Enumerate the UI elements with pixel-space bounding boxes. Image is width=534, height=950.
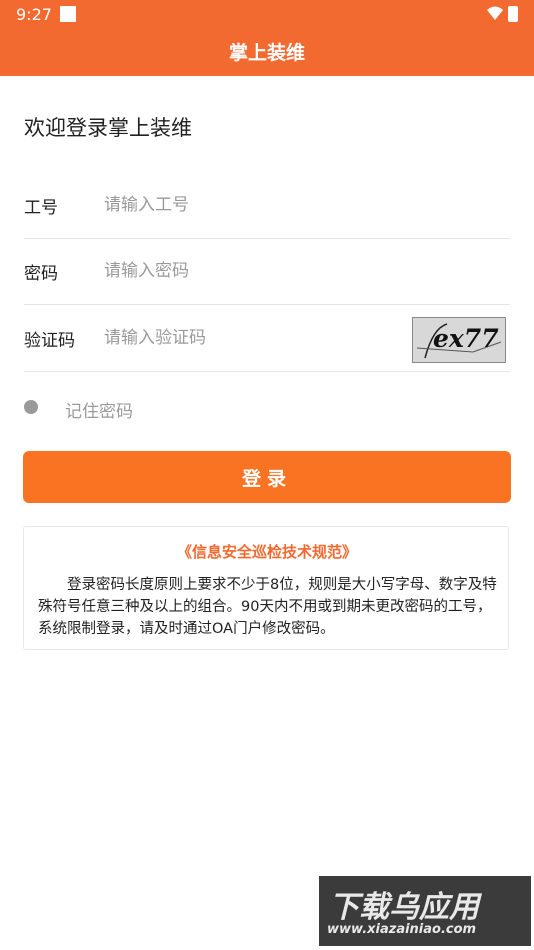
page-title: 掌上装维 xyxy=(228,42,305,64)
status-bar: 9:27 xyxy=(0,0,534,28)
password-row: 密码 xyxy=(24,238,510,305)
employee-id-input[interactable] xyxy=(102,184,406,226)
employee-id-label: 工号 xyxy=(24,198,58,218)
login-button[interactable]: 登录 xyxy=(23,451,511,503)
security-notice: 《信息安全巡检技术规范》 登录密码长度原则上要求不少于8位，规则是大小写字母、数… xyxy=(23,526,509,650)
password-label: 密码 xyxy=(24,264,58,284)
notification-icon xyxy=(60,6,76,22)
watermark-logo: 下载乌应用 www.xiazainiao.com xyxy=(319,876,531,946)
notice-body: 登录密码长度原则上要求不少于8位，规则是大小写字母、数字及特殊符号任意三种及以上… xyxy=(38,577,497,637)
radio-dot-icon xyxy=(24,400,38,414)
watermark-url: www.xiazainiao.com xyxy=(327,922,477,937)
captcha-text: ex77 xyxy=(433,324,499,353)
captcha-input[interactable] xyxy=(102,317,386,359)
battery-icon xyxy=(508,6,518,22)
remember-password-label: 记住密码 xyxy=(65,402,133,422)
captcha-label: 验证码 xyxy=(24,331,75,351)
captcha-row: 验证码 ex77 xyxy=(24,305,510,372)
status-time: 9:27 xyxy=(16,5,52,24)
notice-title: 《信息安全巡检技术规范》 xyxy=(176,543,357,561)
app-header: 9:27 掌上装维 xyxy=(0,0,534,76)
watermark-text: 下载乌应用 xyxy=(329,890,479,925)
welcome-heading: 欢迎登录掌上装维 xyxy=(24,116,192,140)
employee-id-row: 工号 xyxy=(24,172,510,239)
password-input[interactable] xyxy=(102,250,406,292)
wifi-icon xyxy=(487,6,503,20)
captcha-image[interactable]: ex77 xyxy=(412,317,506,363)
